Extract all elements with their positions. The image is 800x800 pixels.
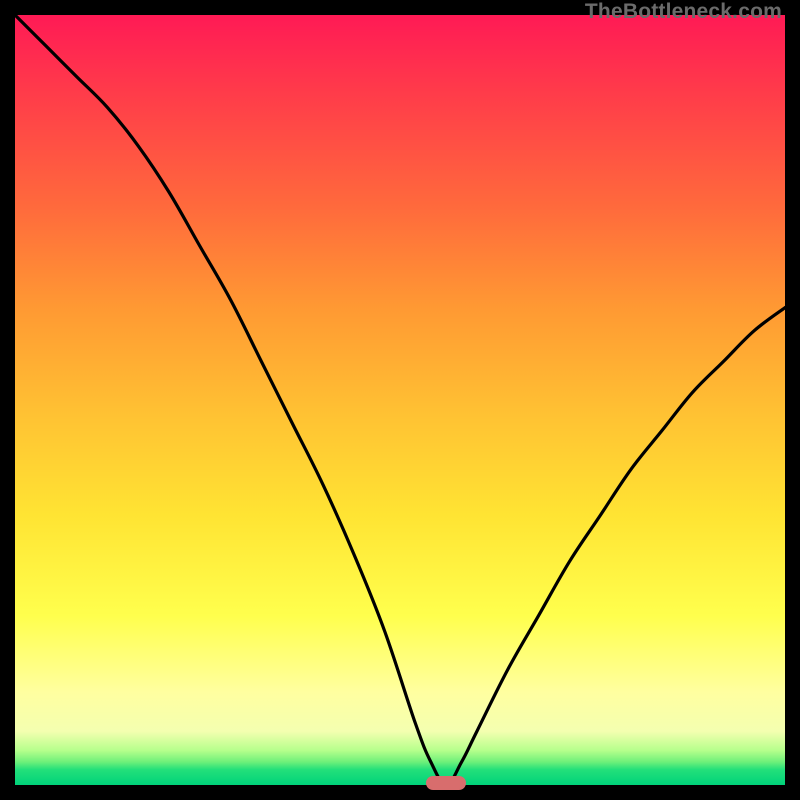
minimum-marker xyxy=(426,776,466,790)
curve-path xyxy=(15,15,785,785)
plot-area xyxy=(15,15,785,785)
watermark-text: TheBottleneck.com xyxy=(585,0,782,24)
bottleneck-curve xyxy=(15,15,785,785)
chart-frame: TheBottleneck.com xyxy=(0,0,800,800)
